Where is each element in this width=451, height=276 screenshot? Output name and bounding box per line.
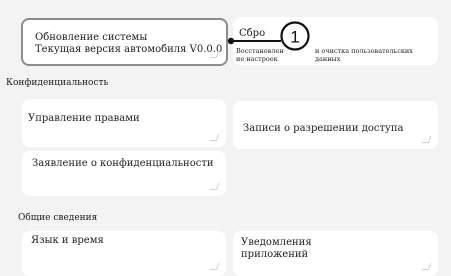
rights-management-card[interactable]: Управление правами [22, 99, 226, 147]
privacy-statement-label: Заявление о конфиденциальности [32, 158, 214, 169]
reset-desc-right-line1: и очистка пользовательских [315, 47, 413, 55]
resize-grip-icon [209, 134, 220, 141]
access-records-card[interactable]: Записи о разрешении доступа [233, 101, 438, 149]
system-update-card[interactable]: Обновление системы Текущая версия автомо… [21, 18, 228, 66]
privacy-statement-card[interactable]: Заявление о конфиденциальности [22, 151, 226, 196]
general-section-header: Общие сведения [18, 213, 98, 223]
language-time-card[interactable]: Язык и время [22, 231, 226, 276]
resize-grip-icon [209, 51, 220, 58]
resize-grip-icon [209, 183, 220, 190]
access-records-label: Записи о разрешении доступа [243, 123, 404, 134]
rights-management-label: Управление правами [28, 113, 140, 124]
resize-grip-icon [421, 136, 432, 143]
app-notifications-line2: приложений [241, 249, 309, 260]
resize-grip-icon [209, 263, 220, 270]
app-notifications-card[interactable]: Уведомления приложений [233, 231, 438, 276]
privacy-section-header: Конфиденциальность [6, 78, 109, 88]
language-time-label: Язык и время [31, 235, 104, 246]
app-notifications-line1: Уведомления [241, 237, 312, 248]
current-version-text: Текущая версия автомобиля V0.0.0 [35, 44, 223, 55]
callout-annotation: 1 [227, 21, 310, 51]
system-update-title: Обновление системы [35, 32, 148, 43]
callout-number: 1 [290, 28, 299, 47]
resize-grip-icon [421, 263, 432, 270]
